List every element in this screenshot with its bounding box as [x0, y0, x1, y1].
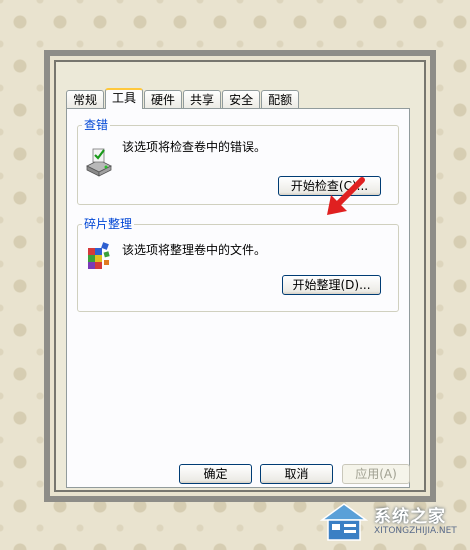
- watermark-text: 系统之家: [374, 507, 446, 527]
- ok-button[interactable]: 确定: [179, 464, 252, 484]
- screenshot-frame: 常规 工具 硬件 共享 安全 配额 查错 该选项将检查卷中的错误。 开始检查(C…: [44, 50, 436, 502]
- red-arrow-icon: [327, 177, 365, 215]
- tab-panel-tools: 查错 该选项将检查卷中的错误。 开始检查(C)... 碎片整理 该选项将整理卷中…: [66, 108, 410, 488]
- watermark-url: XITONGZHIJIA.NET: [374, 526, 457, 536]
- error-check-description: 该选项将检查卷中的错误。: [122, 140, 267, 154]
- tab-quota[interactable]: 配额: [261, 90, 300, 108]
- tab-hardware[interactable]: 硬件: [144, 90, 183, 108]
- defrag-title: 碎片整理: [82, 216, 135, 232]
- defrag-group: 碎片整理 该选项将整理卷中的文件。 开始整理(D)...: [77, 216, 399, 312]
- disk-check-icon: [86, 148, 112, 177]
- properties-dialog: 常规 工具 硬件 共享 安全 配额 查错 该选项将检查卷中的错误。 开始检查(C…: [56, 62, 424, 490]
- error-check-title: 查错: [82, 117, 111, 133]
- site-watermark: 系统之家 XITONGZHIJIA.NET: [318, 498, 468, 548]
- tab-sharing[interactable]: 共享: [183, 90, 222, 108]
- defrag-description: 该选项将整理卷中的文件。: [122, 243, 267, 257]
- house-logo-icon: [319, 503, 368, 541]
- tab-tools[interactable]: 工具: [105, 88, 144, 109]
- tab-security[interactable]: 安全: [222, 90, 261, 108]
- cancel-button[interactable]: 取消: [260, 464, 333, 484]
- frame-border: 常规 工具 硬件 共享 安全 配额 查错 该选项将检查卷中的错误。 开始检查(C…: [54, 60, 426, 492]
- defrag-icon: [88, 242, 110, 269]
- apply-button[interactable]: 应用(A): [342, 464, 410, 484]
- tab-strip: 常规 工具 硬件 共享 安全 配额: [66, 86, 300, 109]
- frame-matte: 常规 工具 硬件 共享 安全 配额 查错 该选项将检查卷中的错误。 开始检查(C…: [50, 56, 430, 496]
- start-defrag-button[interactable]: 开始整理(D)...: [282, 275, 381, 295]
- tab-general[interactable]: 常规: [66, 90, 105, 108]
